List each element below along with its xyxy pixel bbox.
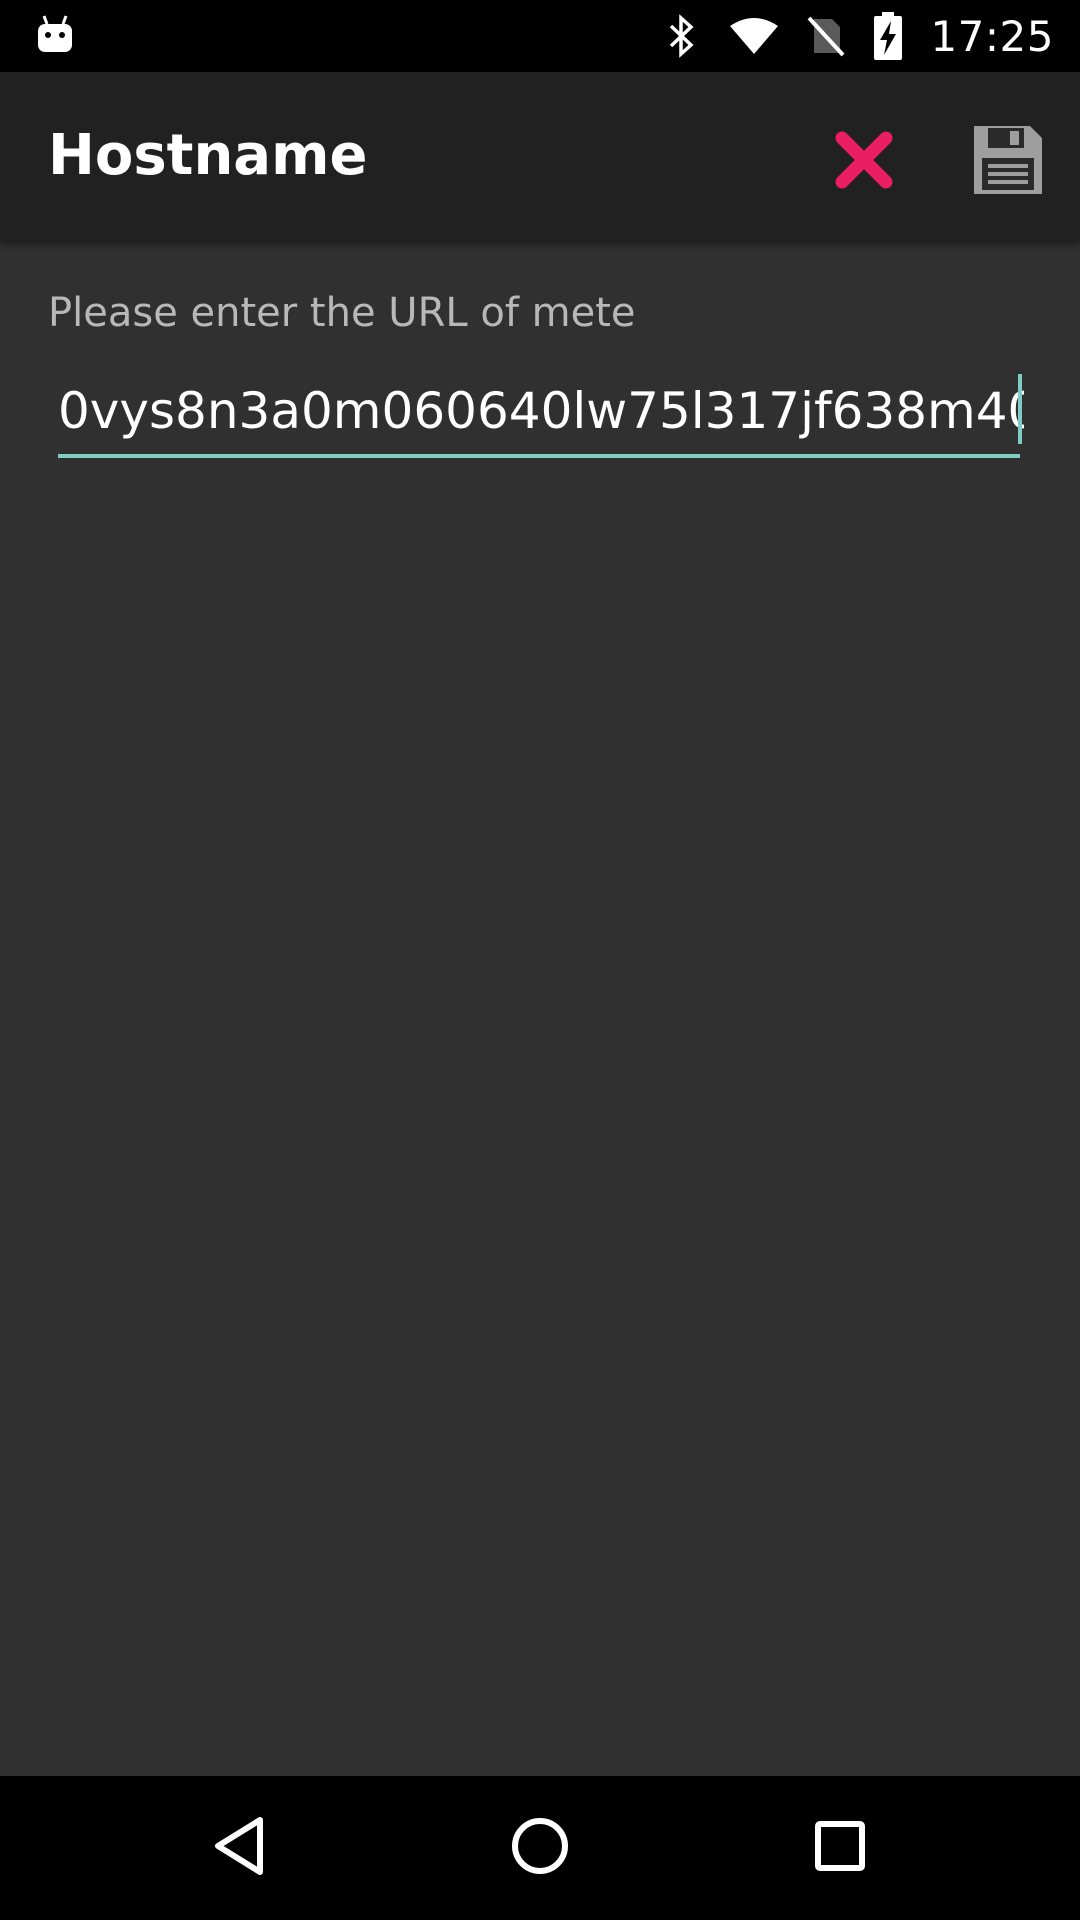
navigation-bar <box>0 1776 1080 1920</box>
back-button[interactable] <box>190 1798 290 1898</box>
home-icon <box>508 1814 572 1882</box>
status-clock: 17:25 <box>930 11 1054 61</box>
hostname-field[interactable] <box>58 368 1024 460</box>
hostname-prompt-label: Please enter the URL of mete <box>48 290 636 336</box>
home-button[interactable] <box>490 1798 590 1898</box>
page-title: Hostname <box>48 123 368 188</box>
text-cursor <box>1018 374 1022 444</box>
no-sim-icon <box>806 13 846 59</box>
status-bar: 17:25 <box>0 0 1080 72</box>
screen: 17:25 Hostname Please enter the URL of m… <box>0 0 1080 1920</box>
recents-icon <box>810 1816 870 1880</box>
status-icons: 17:25 <box>662 0 1080 72</box>
bluetooth-icon <box>662 13 702 59</box>
android-icon <box>36 12 74 58</box>
recents-button[interactable] <box>790 1798 890 1898</box>
app-bar: Hostname <box>0 72 1080 240</box>
close-icon <box>832 128 896 196</box>
back-icon <box>210 1814 270 1882</box>
hostname-input[interactable] <box>58 368 1024 454</box>
battery-charging-icon <box>872 12 904 60</box>
cancel-button[interactable] <box>816 114 912 210</box>
save-button[interactable] <box>960 114 1056 210</box>
floppy-disk-icon <box>972 124 1044 200</box>
input-underline <box>58 454 1020 458</box>
wifi-icon <box>728 13 780 59</box>
